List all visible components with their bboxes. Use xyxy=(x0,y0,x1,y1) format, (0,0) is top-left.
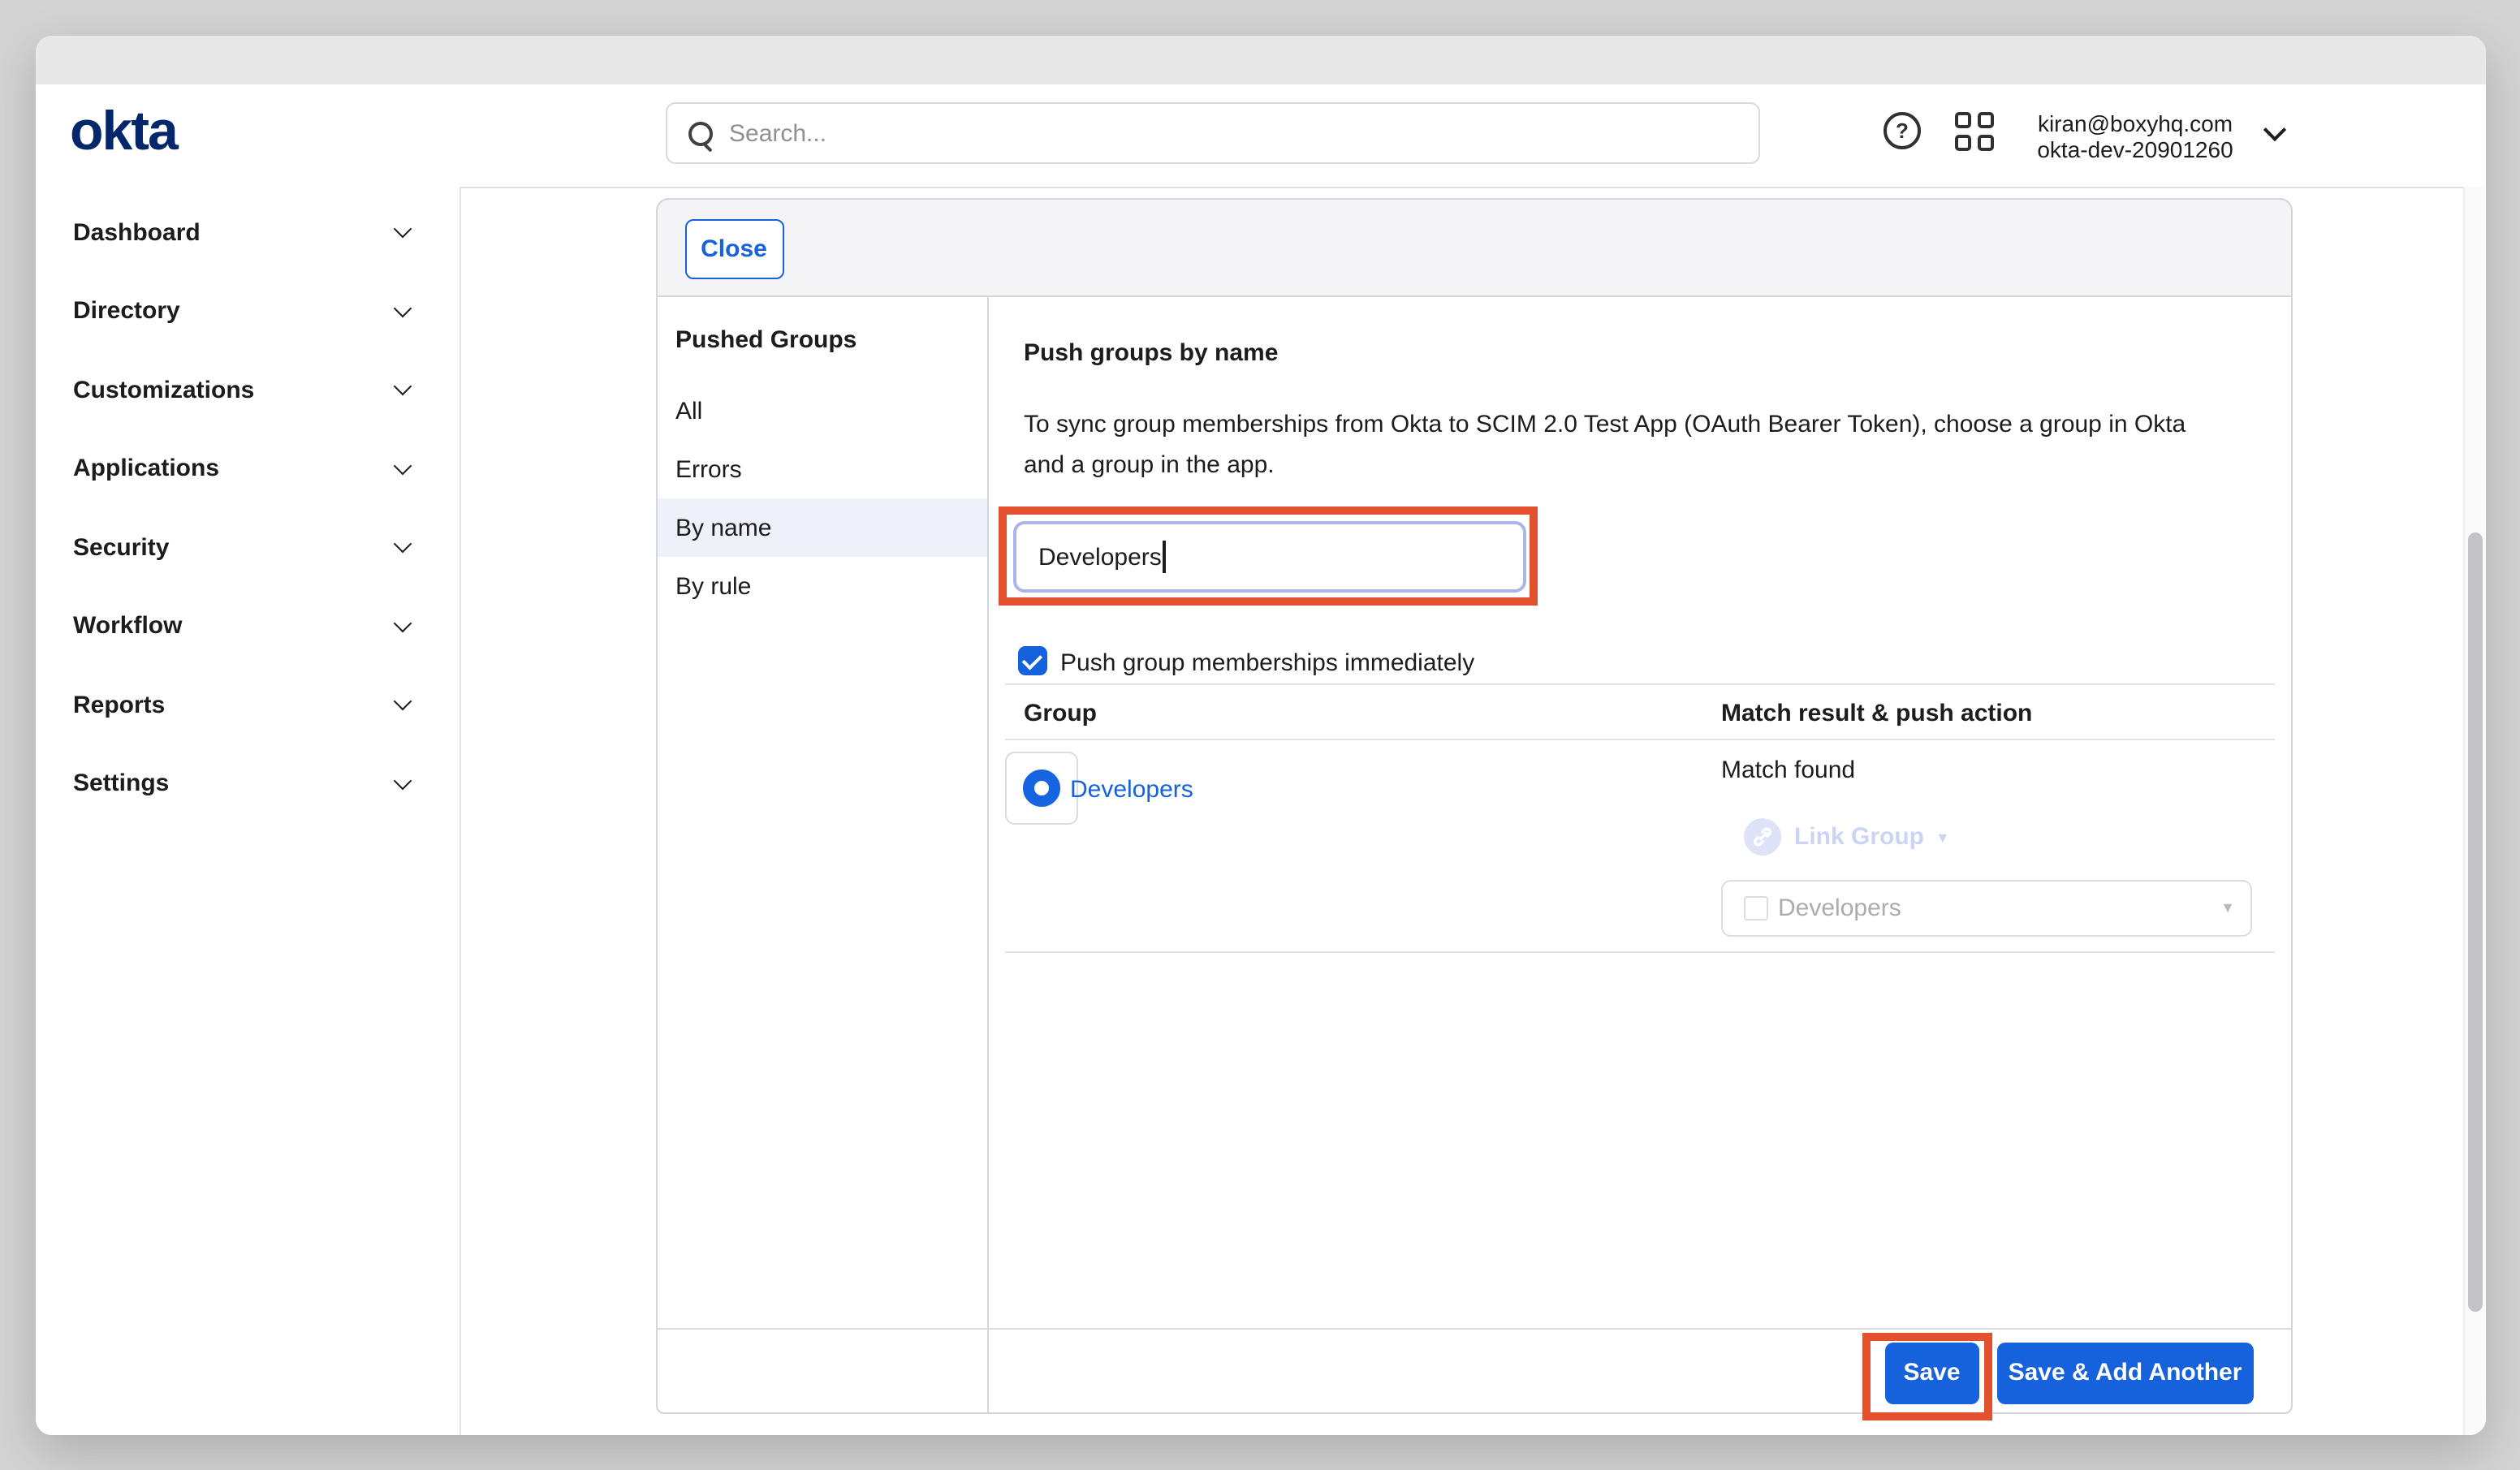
account-org-id: okta-dev-20901260 xyxy=(2018,136,2252,162)
app-group-select[interactable]: Developers ▼ xyxy=(1721,879,2251,936)
page-title: Push groups by name xyxy=(1024,339,1278,367)
description-text: To sync group memberships from Okta to S… xyxy=(1024,406,2229,485)
chevron-down-icon xyxy=(394,299,412,317)
sidebar-item-label: Customizations xyxy=(73,376,254,403)
panel-toolbar xyxy=(655,198,2293,297)
sidebar-item-label: Dashboard xyxy=(73,218,201,246)
sidebar-item-label: Applications xyxy=(73,455,219,482)
link-group-label: Link Group xyxy=(1794,823,1924,851)
sidebar-item-security[interactable]: Security xyxy=(73,508,422,586)
chevron-down-icon xyxy=(394,535,412,554)
push-immediately-label: Push group memberships immediately xyxy=(1060,649,1474,676)
link-group-button[interactable]: Link Group ▼ xyxy=(1744,818,1950,856)
window-titlebar[interactable] xyxy=(36,36,2486,84)
grid-square xyxy=(1955,112,1971,128)
search-input[interactable] xyxy=(726,118,1707,149)
account-email: kiran@boxyhq.com xyxy=(2018,110,2252,136)
column-header-match: Match result & push action xyxy=(1721,699,2032,726)
sidebar-item-reports[interactable]: Reports xyxy=(73,666,422,744)
sidebar-item-label: Security xyxy=(73,533,169,561)
chevron-down-icon xyxy=(394,614,412,632)
help-icon[interactable]: ? xyxy=(1884,112,1921,149)
column-header-group: Group xyxy=(1024,699,1097,726)
table-row-border xyxy=(1004,951,2274,952)
panel-divider xyxy=(986,297,988,1412)
app-group-value: Developers xyxy=(1778,894,2220,921)
chevron-down-icon xyxy=(394,456,412,475)
grid-square xyxy=(1955,135,1971,151)
chevron-down-icon xyxy=(394,771,412,790)
pushed-groups-title: Pushed Groups xyxy=(675,326,857,354)
chevron-down-icon xyxy=(394,220,412,239)
sidebar-item-workflow[interactable]: Workflow xyxy=(73,587,422,665)
apps-grid-icon[interactable] xyxy=(1955,112,1994,151)
group-name-input[interactable]: Developers xyxy=(1013,521,1526,593)
scrollbar-thumb[interactable] xyxy=(2467,532,2483,1312)
group-name-value: Developers xyxy=(1038,543,1162,571)
sidebar-item-settings[interactable]: Settings xyxy=(73,744,422,822)
caret-down-icon: ▼ xyxy=(1935,829,1950,845)
footer-divider xyxy=(657,1328,2291,1330)
close-button[interactable]: Close xyxy=(684,218,783,278)
push-immediately-checkbox[interactable] xyxy=(1017,646,1046,675)
global-search[interactable] xyxy=(666,102,1760,164)
account-menu[interactable]: kiran@boxyhq.com okta-dev-20901260 xyxy=(2018,110,2252,162)
link-icon xyxy=(1744,818,1781,856)
table-top-border xyxy=(1004,683,2274,684)
search-icon xyxy=(688,121,713,145)
sidebar-item-customizations[interactable]: Customizations xyxy=(73,351,422,429)
group-name-link[interactable]: Developers xyxy=(1070,776,1193,804)
grid-square xyxy=(1978,112,1994,128)
match-status: Match found xyxy=(1721,756,1855,783)
okta-logo[interactable]: okta xyxy=(70,101,177,164)
save-add-another-button[interactable]: Save & Add Another xyxy=(1996,1343,2254,1403)
nav-item-by-name[interactable]: By name xyxy=(657,498,986,557)
caret-down-icon: ▼ xyxy=(2220,899,2235,916)
grid-square xyxy=(1978,135,1994,151)
group-icon xyxy=(1004,751,1077,824)
nav-item-all[interactable]: All xyxy=(657,382,986,440)
push-groups-panel xyxy=(655,198,2293,1414)
sidebar-item-applications[interactable]: Applications xyxy=(73,429,422,507)
save-button[interactable]: Save xyxy=(1885,1343,1978,1403)
text-cursor xyxy=(1163,541,1166,573)
chevron-down-icon xyxy=(394,692,412,711)
table-header-border xyxy=(1004,739,2274,740)
sidebar-item-label: Directory xyxy=(73,297,180,325)
sidebar-item-directory[interactable]: Directory xyxy=(73,272,422,350)
chevron-down-icon xyxy=(394,377,412,396)
nav-item-by-rule[interactable]: By rule xyxy=(657,557,986,615)
sidebar-item-label: Settings xyxy=(73,769,169,797)
group-ring-icon xyxy=(1022,769,1059,806)
sidebar-item-label: Reports xyxy=(73,691,165,718)
nav-item-errors[interactable]: Errors xyxy=(657,440,986,498)
sidebar-item-dashboard[interactable]: Dashboard xyxy=(73,193,422,271)
sidebar-item-label: Workflow xyxy=(73,612,182,640)
group-checkbox-icon xyxy=(1744,895,1768,920)
check-icon xyxy=(1022,649,1042,669)
page-root: okta ? kiran@boxyhq.com okta-dev-2090126… xyxy=(0,0,2520,1470)
